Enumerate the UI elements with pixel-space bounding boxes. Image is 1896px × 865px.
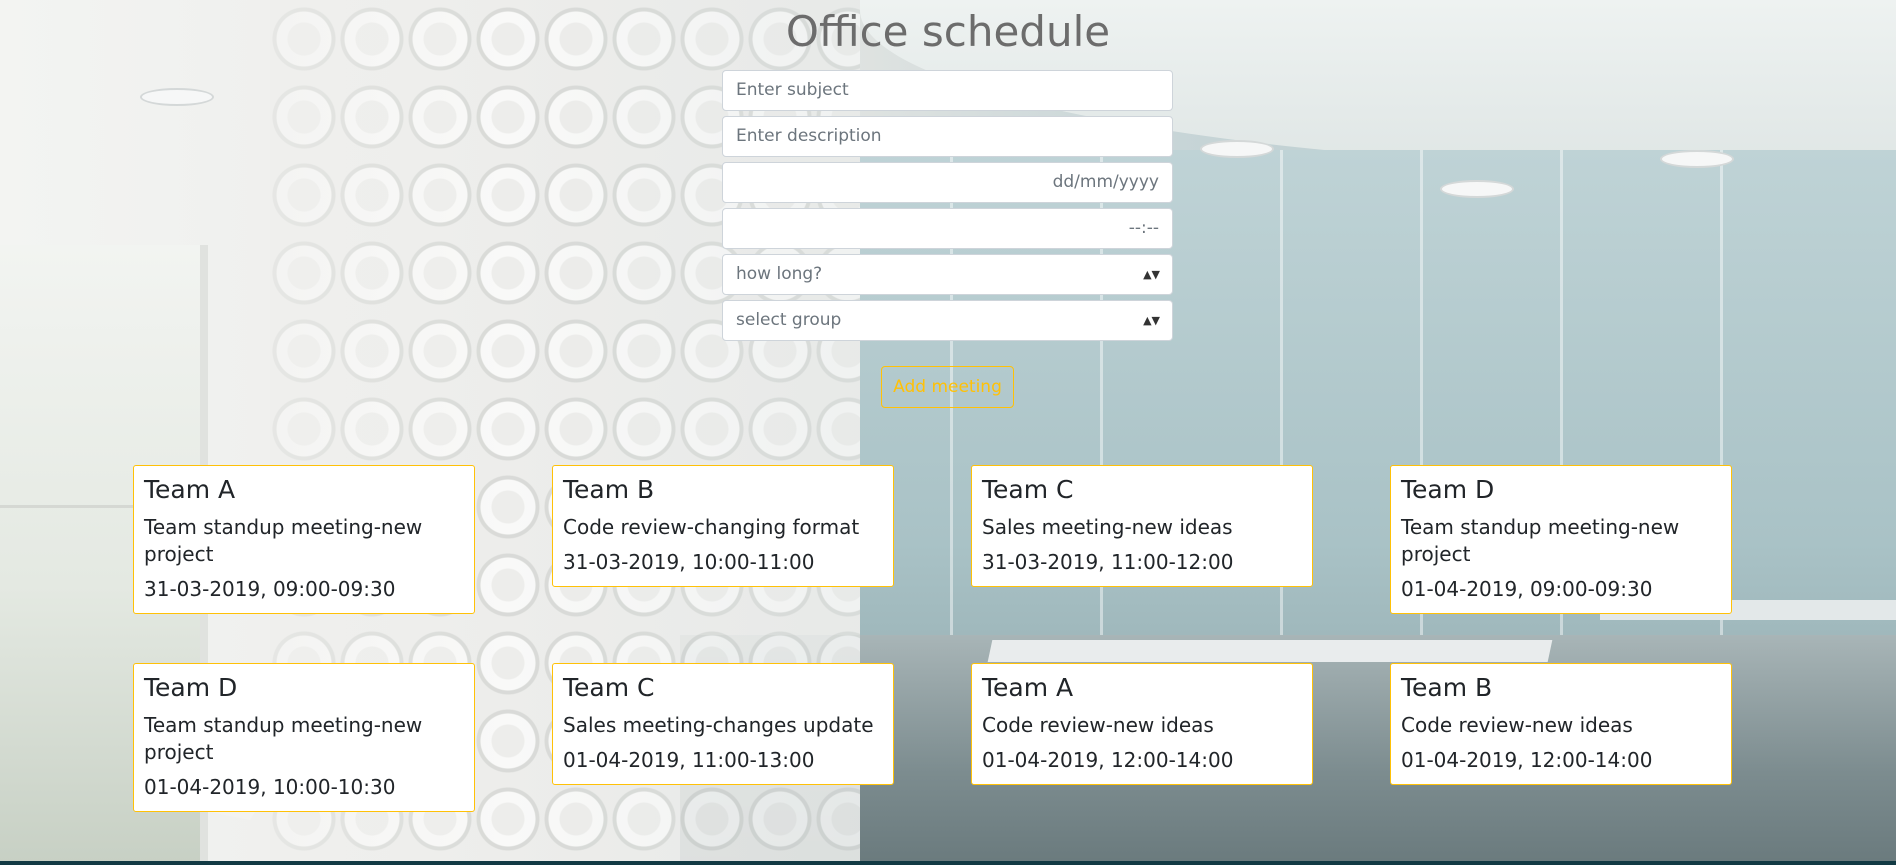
meeting-card: Team D Team standup meeting-new project …: [133, 663, 475, 812]
page-title: Office schedule: [785, 7, 1111, 56]
duration-select[interactable]: how long? ▲▼: [722, 254, 1173, 295]
card-datetime: 31-03-2019, 11:00-12:00: [982, 550, 1234, 574]
card-datetime: 31-03-2019, 09:00-09:30: [144, 577, 396, 601]
select-arrows-icon: ▲▼: [1143, 314, 1160, 327]
card-description: Code review-new ideas: [982, 713, 1214, 737]
meeting-card: Team A Code review-new ideas 01-04-2019,…: [971, 663, 1313, 785]
meeting-card: Team B Code review-changing format 31-03…: [552, 465, 894, 587]
time-placeholder: --:--: [1128, 218, 1159, 238]
background-bottom-strip: [0, 861, 1896, 865]
card-description: Team standup meeting-new project: [144, 713, 423, 764]
select-arrows-icon: ▲▼: [1143, 268, 1160, 281]
subject-placeholder: Enter subject: [736, 80, 849, 100]
card-team: Team B: [1401, 673, 1493, 702]
card-team: Team B: [563, 475, 655, 504]
description-placeholder: Enter description: [736, 126, 882, 146]
card-description: Code review-changing format: [563, 515, 860, 539]
time-input[interactable]: --:--: [722, 208, 1173, 249]
meeting-card: Team B Code review-new ideas 01-04-2019,…: [1390, 663, 1732, 785]
card-team: Team D: [1401, 475, 1495, 504]
meeting-card: Team A Team standup meeting-new project …: [133, 465, 475, 614]
card-datetime: 01-04-2019, 12:00-14:00: [982, 748, 1234, 772]
ceiling-light: [1440, 180, 1514, 198]
meeting-card: Team D Team standup meeting-new project …: [1390, 465, 1732, 614]
duration-select-value: how long?: [736, 264, 823, 284]
date-input[interactable]: dd/mm/yyyy: [722, 162, 1173, 203]
subject-input[interactable]: Enter subject: [722, 70, 1173, 111]
card-team: Team C: [982, 475, 1074, 504]
background-table: [987, 640, 1553, 662]
card-datetime: 01-04-2019, 12:00-14:00: [1401, 748, 1653, 772]
card-datetime: 01-04-2019, 09:00-09:30: [1401, 577, 1653, 601]
meeting-card: Team C Sales meeting-changes update 01-0…: [552, 663, 894, 785]
card-datetime: 31-03-2019, 10:00-11:00: [563, 550, 815, 574]
card-description: Team standup meeting-new project: [1401, 515, 1680, 566]
ceiling-light: [140, 88, 214, 106]
group-select[interactable]: select group ▲▼: [722, 300, 1173, 341]
card-team: Team A: [982, 673, 1074, 702]
card-description: Sales meeting-new ideas: [982, 515, 1233, 539]
meeting-card: Team C Sales meeting-new ideas 31-03-201…: [971, 465, 1313, 587]
ceiling-light: [1660, 150, 1734, 168]
card-description: Team standup meeting-new project: [144, 515, 423, 566]
card-team: Team C: [563, 673, 655, 702]
card-description: Code review-new ideas: [1401, 713, 1633, 737]
card-team: Team A: [144, 475, 236, 504]
description-input[interactable]: Enter description: [722, 116, 1173, 157]
date-placeholder: dd/mm/yyyy: [1052, 172, 1159, 192]
card-description: Sales meeting-changes update: [563, 713, 874, 737]
card-datetime: 01-04-2019, 10:00-10:30: [144, 775, 396, 799]
ceiling-light: [1200, 140, 1274, 158]
group-select-value: select group: [736, 310, 842, 330]
add-meeting-button[interactable]: Add meeting: [881, 366, 1014, 408]
card-team: Team D: [144, 673, 238, 702]
meeting-form: Enter subject Enter description dd/mm/yy…: [722, 70, 1173, 346]
card-datetime: 01-04-2019, 11:00-13:00: [563, 748, 815, 772]
